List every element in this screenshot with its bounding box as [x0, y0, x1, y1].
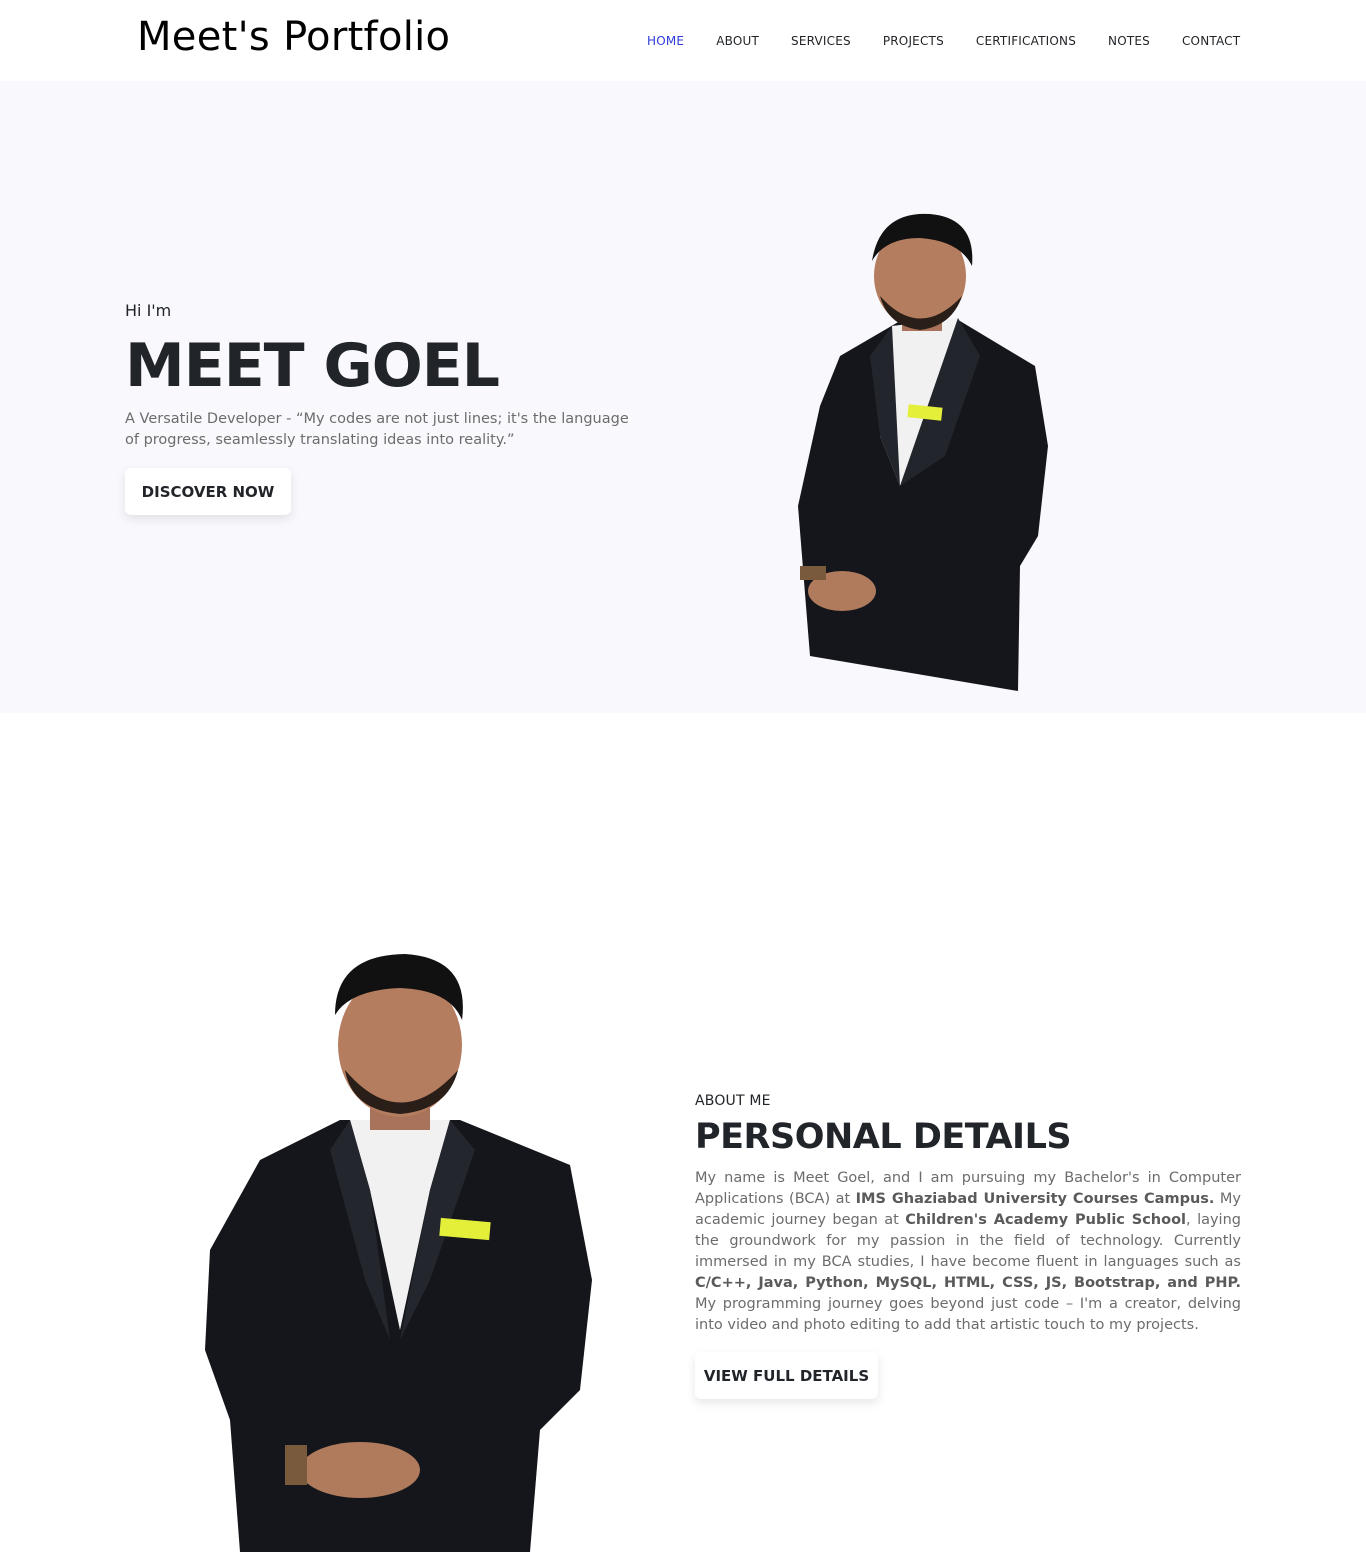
nav-notes[interactable]: NOTES	[1108, 34, 1150, 48]
hero-section: Hi I'm MEET GOEL A Versatile Developer -…	[0, 81, 1366, 713]
about-text-bold: Children's Academy Public School	[905, 1212, 1187, 1228]
nav-about[interactable]: ABOUT	[716, 34, 759, 48]
nav-projects[interactable]: PROJECTS	[883, 34, 944, 48]
brand-logo[interactable]: Meet's Portfolio	[137, 14, 450, 60]
nav-services[interactable]: SERVICES	[791, 34, 851, 48]
hero-portrait-image	[798, 213, 1048, 691]
nav-certifications[interactable]: CERTIFICATIONS	[976, 34, 1076, 48]
about-portrait-image	[205, 954, 592, 1552]
about-text-bold: C/C++, Java, Python, MySQL, HTML, CSS, J…	[695, 1275, 1241, 1291]
about-text-part: My programming journey goes beyond just …	[695, 1296, 1241, 1333]
about-paragraph: My name is Meet Goel, and I am pursuing …	[695, 1168, 1241, 1336]
hero-description: A Versatile Developer - “My codes are no…	[125, 411, 629, 448]
about-text-bold: IMS Ghaziabad University Courses Campus.	[855, 1191, 1215, 1207]
discover-now-button[interactable]: DISCOVER NOW	[125, 468, 291, 515]
hero-greeting: Hi I'm	[125, 301, 172, 320]
nav-home[interactable]: HOME	[647, 34, 684, 48]
nav-menu: HOME ABOUT SERVICES PROJECTS CERTIFICATI…	[647, 34, 1272, 48]
hero-name: MEET GOEL	[125, 331, 500, 401]
view-full-details-button[interactable]: VIEW FULL DETAILS	[695, 1352, 878, 1399]
about-title: PERSONAL DETAILS	[695, 1117, 1072, 1157]
nav-contact[interactable]: CONTACT	[1182, 34, 1240, 48]
navbar: Meet's Portfolio HOME ABOUT SERVICES PRO…	[0, 0, 1366, 81]
about-eyebrow: ABOUT ME	[695, 1093, 771, 1109]
